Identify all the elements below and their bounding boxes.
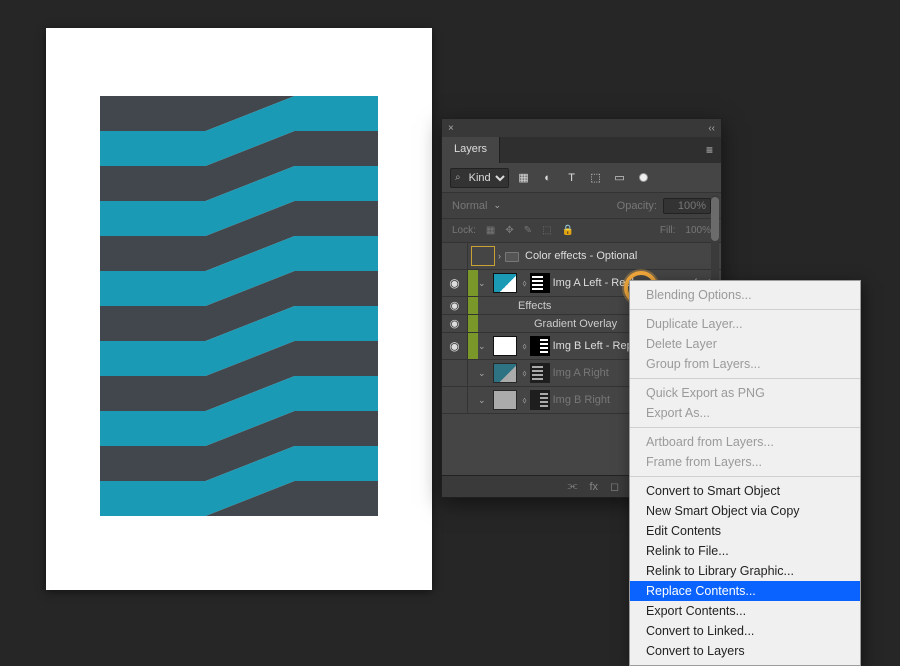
link-layers-icon[interactable]: ⫘ bbox=[568, 480, 578, 493]
menu-separator bbox=[630, 309, 860, 310]
scrollbar-thumb[interactable] bbox=[711, 197, 719, 241]
tab-layers[interactable]: Layers bbox=[442, 137, 500, 163]
blend-mode-select[interactable]: Normal bbox=[452, 200, 487, 212]
filter-shape-icon[interactable]: ⬚ bbox=[587, 169, 605, 187]
link-icon: ⬨ bbox=[520, 368, 530, 379]
menu-item: Artboard from Layers... bbox=[630, 432, 860, 452]
menu-item: Blending Options... bbox=[630, 285, 860, 305]
menu-item[interactable]: Convert to Layers bbox=[630, 641, 860, 661]
layer-name[interactable]: Color effects - Optional bbox=[525, 250, 721, 262]
menu-item: Delete Layer bbox=[630, 334, 860, 354]
color-chip bbox=[468, 333, 478, 359]
visibility-toggle[interactable]: ◉ bbox=[442, 333, 468, 359]
fx-icon[interactable]: fx bbox=[589, 481, 598, 493]
menu-item: Group from Layers... bbox=[630, 354, 860, 374]
visibility-toggle[interactable] bbox=[442, 387, 468, 413]
layer-mask-thumbnail[interactable] bbox=[530, 336, 550, 356]
chevron-down-icon[interactable]: ⌄ bbox=[478, 278, 490, 289]
layer-thumbnail[interactable] bbox=[493, 336, 517, 356]
menu-item[interactable]: Convert to Smart Object bbox=[630, 481, 860, 501]
menu-item[interactable]: Replace Contents... bbox=[630, 581, 860, 601]
panel-tabs: Layers ≡ bbox=[442, 137, 721, 163]
mask-icon[interactable]: ◻ bbox=[610, 480, 619, 493]
panel-titlebar[interactable]: × ‹‹ bbox=[442, 119, 721, 137]
filter-toggle-dot[interactable] bbox=[635, 169, 653, 187]
artwork bbox=[100, 96, 378, 520]
opacity-value[interactable]: 100% bbox=[663, 198, 711, 214]
layer-mask-thumbnail[interactable] bbox=[530, 273, 550, 293]
visibility-toggle[interactable]: ◉ bbox=[442, 315, 468, 332]
chevron-down-icon[interactable]: ⌄ bbox=[478, 395, 490, 406]
layer-mask-thumbnail[interactable] bbox=[530, 390, 550, 410]
menu-item[interactable]: New Smart Object via Copy bbox=[630, 501, 860, 521]
filter-adjustment-icon[interactable]: ◐ bbox=[539, 169, 557, 187]
effect-label: Gradient Overlay bbox=[478, 318, 617, 330]
filter-image-icon[interactable]: ▦ bbox=[515, 169, 533, 187]
lock-pixels-icon[interactable]: ▦ bbox=[486, 225, 495, 236]
menu-item: Export As... bbox=[630, 403, 860, 423]
chevron-right-icon[interactable]: › bbox=[498, 251, 505, 261]
kind-dropdown[interactable]: Kind bbox=[465, 169, 508, 187]
blend-opacity-row: Normal ⌄ Opacity: 100% bbox=[442, 193, 721, 219]
menu-item[interactable]: Edit Contents bbox=[630, 521, 860, 541]
fill-value[interactable]: 100% bbox=[685, 225, 711, 236]
layer-thumbnail[interactable] bbox=[493, 363, 517, 383]
lock-artboard-icon[interactable]: ⬚ bbox=[542, 225, 551, 236]
link-icon: ⬨ bbox=[520, 395, 530, 406]
layer-mask-thumbnail[interactable] bbox=[530, 363, 550, 383]
visibility-toggle[interactable]: ◉ bbox=[442, 297, 468, 314]
menu-separator bbox=[630, 378, 860, 379]
layer-filter-row: ⌕ Kind ▦ ◐ T ⬚ ▭ bbox=[442, 163, 721, 193]
folder-icon bbox=[505, 252, 519, 262]
visibility-toggle[interactable] bbox=[442, 360, 468, 386]
lock-label: Lock: bbox=[452, 225, 476, 236]
visibility-toggle[interactable] bbox=[442, 243, 468, 269]
menu-item: Frame from Layers... bbox=[630, 452, 860, 472]
effect-label: Effects bbox=[478, 300, 551, 312]
menu-item: Quick Export as PNG bbox=[630, 383, 860, 403]
link-icon: ⬨ bbox=[520, 341, 530, 352]
panel-menu-icon[interactable]: ≡ bbox=[698, 137, 721, 163]
visibility-toggle[interactable]: ◉ bbox=[442, 270, 468, 296]
opacity-label: Opacity: bbox=[617, 200, 657, 212]
filter-kind-select[interactable]: ⌕ Kind bbox=[450, 168, 509, 188]
layer-row-color-effects[interactable]: › Color effects - Optional bbox=[442, 243, 721, 270]
menu-item[interactable]: Export Contents... bbox=[630, 601, 860, 621]
lock-position-icon[interactable]: ✥ bbox=[505, 225, 513, 236]
menu-item[interactable]: Convert to Linked... bbox=[630, 621, 860, 641]
document-canvas bbox=[46, 28, 432, 590]
layer-context-menu[interactable]: Blending Options... Duplicate Layer...Del… bbox=[629, 280, 861, 666]
chevron-down-icon[interactable]: ⌄ bbox=[478, 368, 490, 379]
chevron-down-icon[interactable]: ⌄ bbox=[478, 341, 490, 352]
link-icon: ⬨ bbox=[520, 278, 530, 289]
group-icon bbox=[471, 246, 495, 266]
filter-smartobj-icon[interactable]: ▭ bbox=[611, 169, 629, 187]
lock-all-icon[interactable]: 🔒 bbox=[562, 225, 574, 236]
layer-thumbnail[interactable] bbox=[493, 390, 517, 410]
fill-label: Fill: bbox=[660, 225, 676, 236]
layer-thumbnail[interactable] bbox=[493, 273, 517, 293]
close-icon[interactable]: × bbox=[448, 123, 454, 134]
menu-item[interactable]: Relink to File... bbox=[630, 541, 860, 561]
menu-item: Duplicate Layer... bbox=[630, 314, 860, 334]
lock-brush-icon[interactable]: ✎ bbox=[524, 225, 532, 236]
menu-item[interactable]: Relink to Library Graphic... bbox=[630, 561, 860, 581]
lock-fill-row: Lock: ▦ ✥ ✎ ⬚ 🔒 Fill: 100% bbox=[442, 219, 721, 243]
filter-type-icon[interactable]: T bbox=[563, 169, 581, 187]
search-icon: ⌕ bbox=[451, 172, 465, 183]
menu-separator bbox=[630, 476, 860, 477]
menu-separator bbox=[630, 427, 860, 428]
chevron-down-icon: ⌄ bbox=[493, 200, 505, 211]
color-chip bbox=[468, 270, 478, 296]
collapse-icon[interactable]: ‹‹ bbox=[708, 123, 715, 134]
